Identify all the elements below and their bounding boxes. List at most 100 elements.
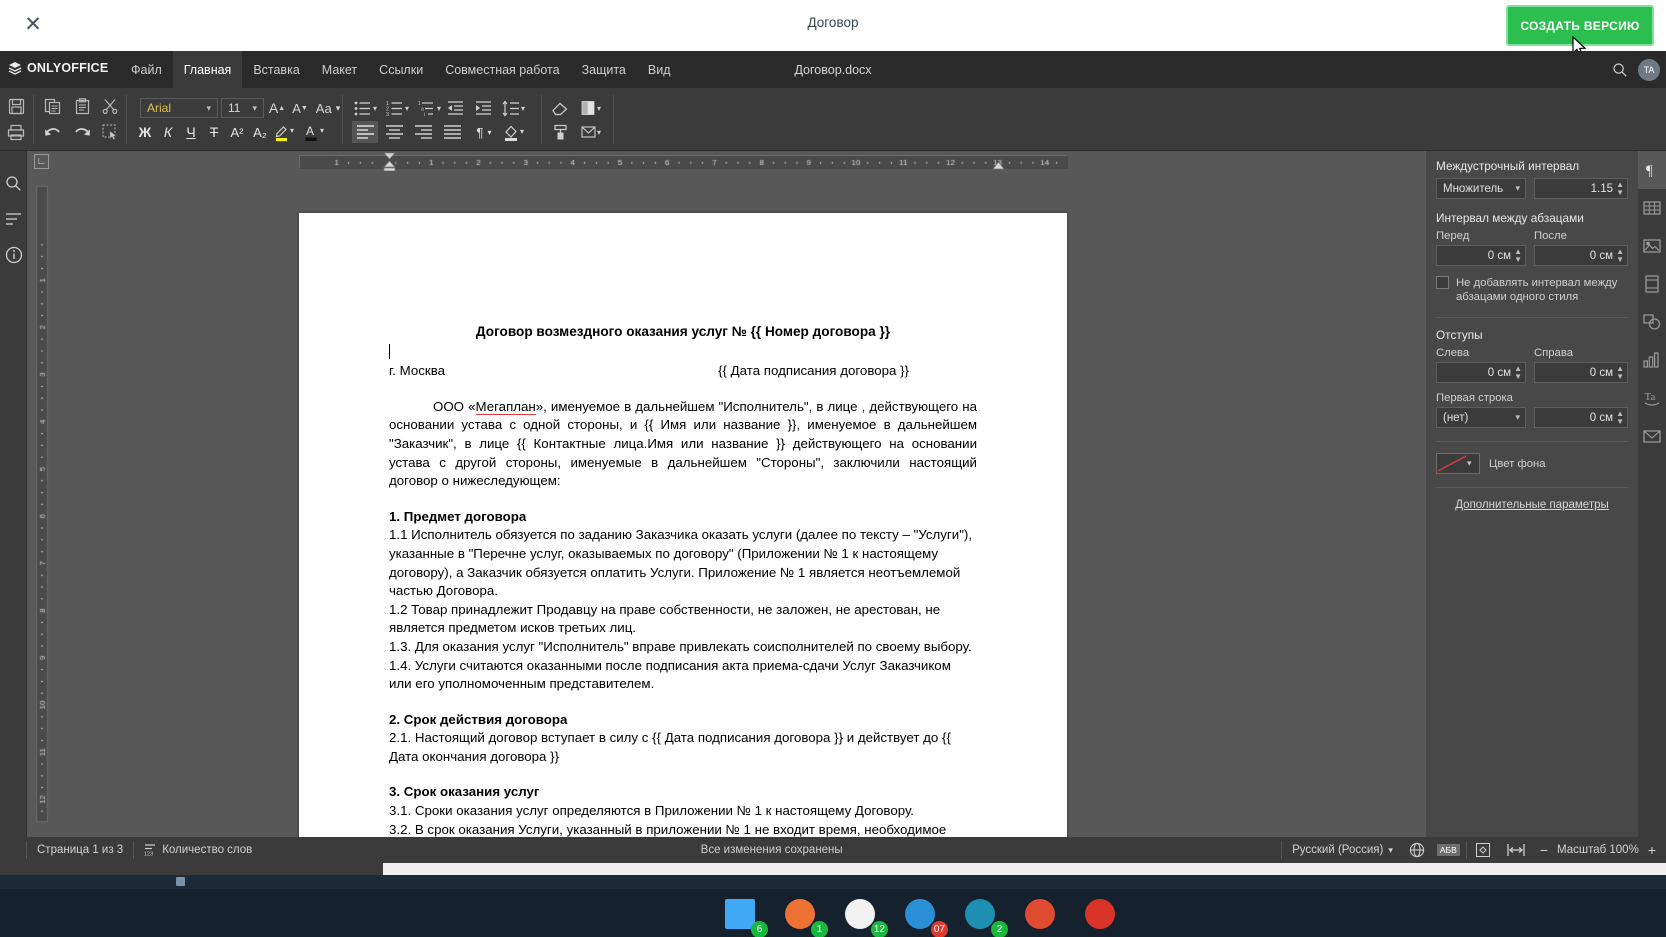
app-orange-icon[interactable]: 1 <box>785 899 828 937</box>
menu-tab-7[interactable]: Вид <box>637 51 682 88</box>
word-count-button[interactable]: 123 Количество слов <box>134 837 262 863</box>
no-spacing-same-style-checkbox[interactable] <box>1436 276 1449 289</box>
header-footer-icon[interactable] <box>1638 265 1666 303</box>
line-spacing-value-input[interactable]: 1.15 ▲ ▼ <box>1534 178 1628 199</box>
italic-icon[interactable]: К <box>157 121 179 143</box>
superscript-icon[interactable]: A² <box>226 121 248 143</box>
globe-icon[interactable] <box>1403 837 1431 863</box>
advanced-settings-link[interactable]: Дополнительные параметры <box>1436 499 1628 511</box>
spinner-arrows-icon[interactable]: ▲ ▼ <box>1616 248 1624 264</box>
pilcrow-icon[interactable]: ¶ ▾ <box>469 121 499 143</box>
copy-icon[interactable] <box>40 95 64 117</box>
table-icon[interactable] <box>1638 189 1666 227</box>
windows-start-icon[interactable]: 6 <box>725 899 768 937</box>
decrease-font-icon[interactable]: A ▼ <box>289 98 311 118</box>
page-scroll-container[interactable]: Договор возмездного оказания услуг № {{ … <box>27 171 1638 837</box>
info-icon[interactable] <box>0 237 27 273</box>
menu-tab-2[interactable]: Вставка <box>242 51 310 88</box>
bold-icon[interactable]: Ж <box>134 121 156 143</box>
text-art-icon[interactable]: Ta <box>1638 379 1666 417</box>
spinner-arrows-icon[interactable]: ▲ ▼ <box>1616 181 1624 197</box>
menu-tab-5[interactable]: Совместная работа <box>434 51 570 88</box>
page-indicator[interactable]: Страница 1 из 3 <box>27 837 133 863</box>
paint-roller-icon[interactable] <box>548 121 572 143</box>
format-painter-icon[interactable] <box>99 121 121 143</box>
highlight-color-icon[interactable]: ▾ <box>272 121 300 143</box>
indent-marker-right[interactable] <box>992 162 1005 171</box>
app-blue-icon[interactable]: 07 <box>905 899 948 937</box>
font-name-combo[interactable]: Arial ▾ <box>140 98 218 118</box>
subscript-icon[interactable]: A₂ <box>249 121 271 143</box>
zoom-level-label[interactable]: Масштаб 100% <box>1555 837 1641 863</box>
align-center-icon[interactable] <box>381 121 407 143</box>
align-justify-icon[interactable] <box>439 121 465 143</box>
mail-merge-icon[interactable]: ▾ <box>578 121 608 143</box>
document-page[interactable]: Договор возмездного оказания услуг № {{ … <box>299 213 1067 837</box>
indent-right-input[interactable]: 0 см ▲ ▼ <box>1534 362 1628 383</box>
avatar[interactable]: TA <box>1638 58 1660 81</box>
spellcheck-icon[interactable]: АБВ <box>1431 837 1466 863</box>
spinner-arrows-icon[interactable]: ▲ ▼ <box>1616 365 1624 381</box>
change-case-icon[interactable]: Aa ▾ <box>311 98 345 118</box>
horizontal-ruler[interactable]: ∟ <box>27 151 1638 171</box>
save-icon[interactable] <box>4 95 28 117</box>
indent-left-input[interactable]: 0 см ▲ ▼ <box>1436 362 1526 383</box>
menu-tab-1[interactable]: Главная <box>172 51 243 88</box>
document-body[interactable]: Договор возмездного оказания услуг № {{ … <box>389 323 977 837</box>
columns-icon[interactable]: ▾ <box>578 98 608 118</box>
navigation-icon[interactable] <box>0 201 27 237</box>
tab-left-icon[interactable]: ∟ <box>34 154 49 169</box>
cut-icon[interactable] <box>99 95 121 117</box>
fit-page-icon[interactable] <box>1467 837 1499 863</box>
clear-style-icon[interactable] <box>548 98 572 118</box>
shape-icon[interactable] <box>1638 303 1666 341</box>
spinner-arrows-icon[interactable]: ▲ ▼ <box>1514 248 1522 264</box>
app-red-icon[interactable] <box>1085 899 1119 933</box>
decrease-indent-icon[interactable] <box>443 98 467 118</box>
print-icon[interactable] <box>4 121 28 143</box>
fit-width-icon[interactable] <box>1499 837 1533 863</box>
first-line-value-input[interactable]: 0 см ▲ ▼ <box>1534 407 1628 428</box>
paragraph-icon[interactable]: ¶ <box>1638 151 1666 189</box>
bullet-list-icon[interactable]: ▾ <box>352 98 382 118</box>
line-spacing-icon[interactable]: ▾ <box>500 98 530 118</box>
underline-icon[interactable]: Ч <box>180 121 202 143</box>
spacing-before-input[interactable]: 0 см ▲ ▼ <box>1436 245 1526 266</box>
font-size-combo[interactable]: 11 ▾ <box>221 98 264 118</box>
language-selector[interactable]: Русский (Россия) ▾ <box>1282 837 1403 863</box>
paste-icon[interactable] <box>70 95 94 117</box>
multilevel-list-icon[interactable]: 1 a i ▾ <box>416 98 446 118</box>
search-icon[interactable] <box>1612 62 1628 78</box>
indent-marker-first-line[interactable] <box>383 152 396 171</box>
app-white-icon[interactable]: 12 <box>845 899 888 937</box>
menu-tab-4[interactable]: Ссылки <box>368 51 434 88</box>
menu-tab-6[interactable]: Защита <box>571 51 637 88</box>
browser-icon[interactable] <box>1025 899 1059 933</box>
spinner-arrows-icon[interactable]: ▲ ▼ <box>1514 365 1522 381</box>
zoom-out-button[interactable]: − <box>1533 837 1555 863</box>
font-color-icon[interactable]: A ▾ <box>303 121 331 143</box>
increase-font-icon[interactable]: A ▲ <box>266 98 288 118</box>
menu-tab-0[interactable]: Файл <box>120 51 173 88</box>
menu-tab-3[interactable]: Макет <box>311 51 368 88</box>
align-right-icon[interactable] <box>410 121 436 143</box>
shading-icon[interactable]: ▾ <box>500 121 530 143</box>
align-left-icon[interactable] <box>352 121 378 143</box>
spinner-arrows-icon[interactable]: ▲ ▼ <box>1616 410 1624 426</box>
line-spacing-mode-select[interactable]: Множитель ▾ <box>1436 178 1526 199</box>
redo-icon[interactable] <box>70 121 94 143</box>
first-line-mode-select[interactable]: (нет) ▾ <box>1436 407 1526 428</box>
strikethrough-icon[interactable]: Т <box>203 121 225 143</box>
numbered-list-icon[interactable]: 1 2 3 ▾ <box>384 98 414 118</box>
mail-merge-icon[interactable] <box>1638 417 1666 455</box>
image-icon[interactable] <box>1638 227 1666 265</box>
app-teal-icon[interactable]: 2 <box>965 899 1008 937</box>
search-icon[interactable] <box>0 165 27 201</box>
spacing-after-input[interactable]: 0 см ▲ ▼ <box>1534 245 1628 266</box>
increase-indent-icon[interactable] <box>471 98 495 118</box>
undo-icon[interactable] <box>40 121 64 143</box>
zoom-in-button[interactable]: + <box>1641 837 1666 863</box>
chart-icon[interactable] <box>1638 341 1666 379</box>
background-color-swatch[interactable]: ▾ <box>1436 453 1480 474</box>
section-0-paragraph-3: 1.4. Услуги считаются оказанными после п… <box>389 657 951 692</box>
